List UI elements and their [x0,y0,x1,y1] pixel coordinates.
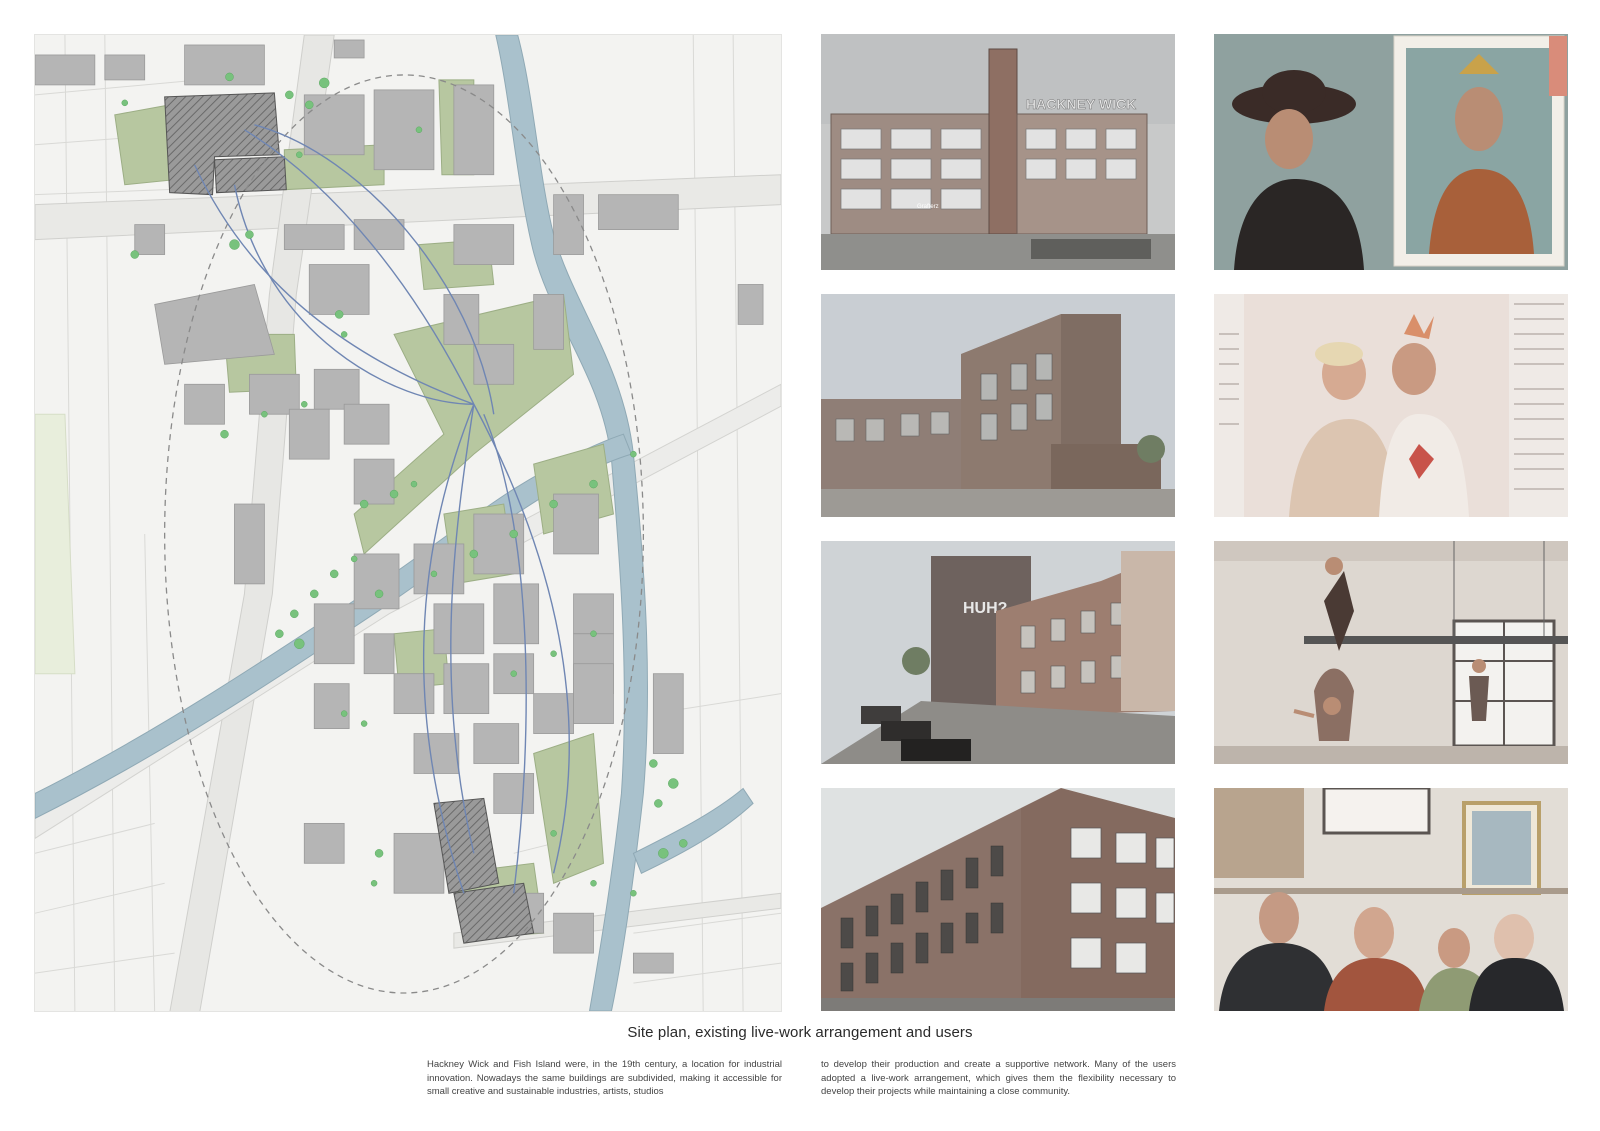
photo-acrobats-studio [1214,541,1568,764]
photo-hackney-wick-building: HACKNEY WICK Grafterz [821,34,1175,270]
description-left: Hackney Wick and Fish Island were, in th… [427,1059,782,1097]
site-plan-map [34,34,782,1012]
photo-performer-portraits [1214,34,1568,270]
shop-sign: Grafterz [917,204,939,210]
building-sign: HACKNEY WICK [1026,96,1136,112]
photo-industrial-building [821,788,1175,1011]
panel-title: Site plan, existing live-work arrangemen… [627,1024,973,1041]
photo-group-studio [1214,788,1568,1011]
photo-brick-warehouse [821,294,1175,517]
description-right: to develop their production and create a… [821,1059,1176,1097]
photo-couple-newspaper [1214,294,1568,517]
photo-graffiti-street: HUH? [821,541,1175,764]
